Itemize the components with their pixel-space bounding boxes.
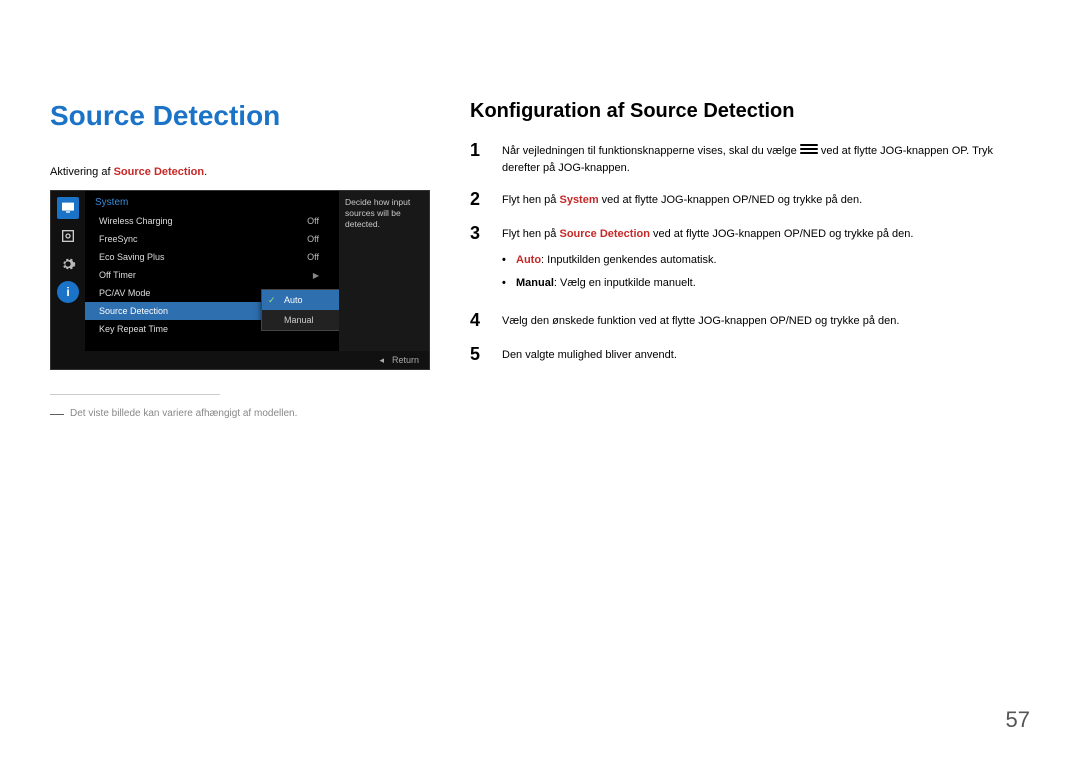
step-2: 2 Flyt hen på System ved at flytte JOG-k…	[470, 190, 1030, 210]
step-1: 1 Når vejledningen til funktionsknappern…	[470, 141, 1030, 176]
step-5: 5 Den valgte mulighed bliver anvendt.	[470, 345, 1030, 365]
osd-row-freesync: FreeSync Off	[85, 230, 339, 248]
osd-sidebar: i	[51, 191, 85, 369]
step-text: Når vejledningen til funktionsknapperne …	[502, 145, 800, 157]
step-number: 1	[470, 141, 488, 176]
sub-item-auto: Auto: Inputkilden genkendes automatisk.	[502, 252, 1030, 269]
chevron-right-icon: ▶	[313, 271, 319, 280]
page-title: Source Detection	[50, 100, 430, 132]
info-icon: i	[57, 281, 79, 303]
osd-description: Decide how input sources will be detecte…	[339, 191, 429, 351]
footnote: ― Det viste billede kan variere afhængigt…	[50, 405, 430, 421]
page-number: 57	[1006, 707, 1030, 733]
step-list: 1 Når vejledningen til funktionsknappern…	[470, 141, 1030, 365]
sub-text: : Inputkilden genkendes automatisk.	[541, 254, 717, 266]
osd-row-value: Off	[307, 234, 319, 244]
intro-text: Aktivering af Source Detection.	[50, 166, 430, 178]
monitor-icon	[57, 197, 79, 219]
dash-icon: ―	[50, 405, 64, 421]
osd-row-offtimer: Off Timer ▶	[85, 266, 339, 284]
step-body: Flyt hen på System ved at flytte JOG-kna…	[502, 190, 1030, 210]
step-body: Vælg den ønskede funktion ved at flytte …	[502, 311, 1030, 331]
step-number: 4	[470, 311, 488, 331]
sub-em: Auto	[516, 254, 541, 266]
intro-em: Source Detection	[114, 166, 204, 178]
intro-prefix: Aktivering af	[50, 166, 114, 178]
step-text: ved at flytte JOG-knappen OP/NED og tryk…	[599, 194, 863, 206]
footnote-text: Det viste billede kan variere afhængigt …	[70, 408, 297, 419]
step-body: Den valgte mulighed bliver anvendt.	[502, 345, 1030, 365]
step-text: Flyt hen på	[502, 194, 559, 206]
osd-row-eco: Eco Saving Plus Off	[85, 248, 339, 266]
return-label: Return	[392, 355, 419, 365]
step-number: 5	[470, 345, 488, 365]
menu-icon	[800, 144, 818, 156]
osd-row-label: PC/AV Mode	[99, 288, 150, 298]
sub-item-manual: Manual: Vælg en inputkilde manuelt.	[502, 275, 1030, 292]
osd-row-label: FreeSync	[99, 234, 138, 244]
step-em: System	[559, 194, 598, 206]
sub-list: Auto: Inputkilden genkendes automatisk. …	[502, 252, 1030, 291]
step-4: 4 Vælg den ønskede funktion ved at flytt…	[470, 311, 1030, 331]
osd-row-wireless: Wireless Charging Off	[85, 212, 339, 230]
sub-em: Manual	[516, 277, 554, 289]
step-em: Source Detection	[559, 228, 649, 240]
step-body: Når vejledningen til funktionsknapperne …	[502, 141, 1030, 176]
step-3: 3 Flyt hen på Source Detection ved at fl…	[470, 224, 1030, 298]
sub-text: : Vælg en inputkilde manuelt.	[554, 277, 696, 289]
step-body: Flyt hen på Source Detection ved at flyt…	[502, 224, 1030, 298]
intro-suffix: .	[204, 166, 207, 178]
osd-footer: ◂ Return	[51, 351, 429, 369]
step-number: 2	[470, 190, 488, 210]
osd-row-value: Off	[307, 252, 319, 262]
section-heading: Konfiguration af Source Detection	[470, 100, 1030, 123]
return-arrow-icon: ◂	[379, 355, 384, 366]
picture-icon	[57, 225, 79, 247]
osd-row-label: Source Detection	[99, 306, 168, 316]
step-text: ved at flytte JOG-knappen OP/NED og tryk…	[650, 228, 914, 240]
osd-screenshot: i System Wireless Charging Off FreeSync Of…	[50, 190, 430, 370]
osd-row-label: Key Repeat Time	[99, 324, 168, 334]
osd-section-title: System	[85, 191, 339, 212]
gear-icon	[57, 253, 79, 275]
osd-row-label: Off Timer	[99, 270, 136, 280]
osd-row-value: Off	[307, 216, 319, 226]
osd-row-label: Wireless Charging	[99, 216, 173, 226]
osd-row-label: Eco Saving Plus	[99, 252, 165, 262]
step-text: Flyt hen på	[502, 228, 559, 240]
divider	[50, 394, 220, 395]
step-number: 3	[470, 224, 488, 298]
